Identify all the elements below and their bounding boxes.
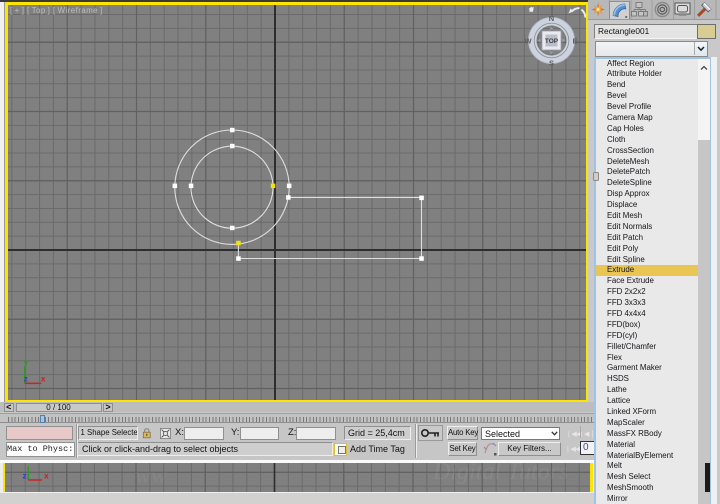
svg-text:ww: ww [135,463,167,489]
svg-text:S: S [548,59,553,68]
svg-text:x: x [44,471,49,481]
svg-text:x: x [40,373,45,383]
svg-text:E: E [572,37,577,46]
svg-text:N: N [548,14,553,23]
svg-text:z: z [23,471,27,481]
svg-text:Digital Tutors: Digital Tutors [432,463,568,485]
svg-text:y: y [23,357,28,367]
svg-text:z: z [23,373,27,383]
svg-text:TOP: TOP [544,38,558,45]
svg-text:W: W [524,37,532,46]
